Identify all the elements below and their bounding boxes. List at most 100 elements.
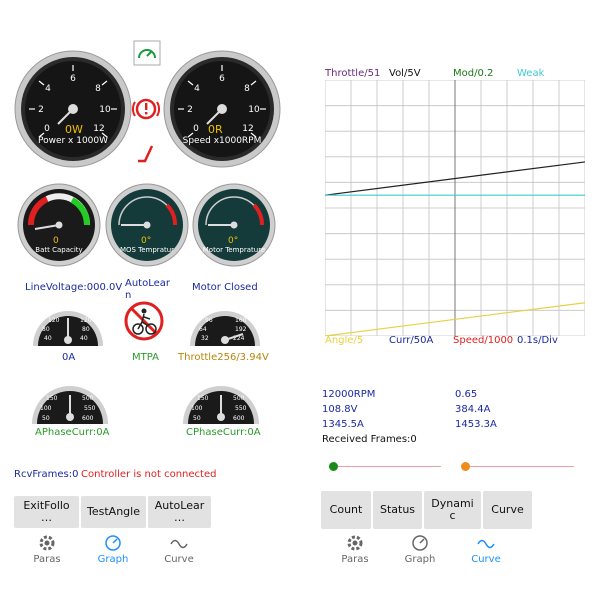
power-tick-2: 4 [45, 84, 51, 94]
nav-curve[interactable]: Curve [149, 534, 209, 565]
a-phase-current-label: APhaseCurr:0A [35, 427, 110, 438]
nav-paras-label: Paras [33, 554, 61, 565]
legend-throttle: Throttle/51 [325, 68, 381, 79]
mtpa-icon [124, 301, 164, 341]
exit-follow-button[interactable]: ExitFollo … [14, 496, 79, 528]
throttle-pedal-icon [138, 145, 154, 163]
nav-graph-label: Graph [97, 554, 129, 565]
dashboard-icon [105, 535, 121, 551]
power-tick-5: 10 [99, 105, 111, 115]
a-phase-current-gauge: 50 100 150 600 550 500 [32, 386, 108, 424]
rcv-frames-label: RcvFrames:0 [14, 469, 79, 480]
legend-div: 0.1s/Div [517, 335, 558, 346]
controller-status-label: Controller is not connected [81, 469, 217, 480]
gear-icon [347, 535, 363, 551]
nav-paras-right-label: Paras [341, 554, 369, 565]
current-value-label: 0A [62, 352, 76, 363]
status-button[interactable]: Status [373, 491, 422, 529]
power-tick-0: 0 [44, 124, 50, 134]
green-slider-track[interactable] [333, 466, 441, 467]
svg-text:80: 80 [82, 326, 90, 333]
speed-tick-3: 6 [219, 74, 225, 84]
power-tick-1: 2 [38, 105, 44, 115]
c-phase-current-gauge: 50 100 150 600 550 500 [183, 386, 259, 424]
readout-amp2: 1453.3A [455, 419, 497, 430]
nav-paras-right[interactable]: Paras [325, 534, 385, 565]
svg-text:600: 600 [233, 415, 245, 422]
wave-icon [170, 539, 188, 549]
current-gauge: 40 80 120 40 80 120 [33, 311, 103, 346]
svg-text:120: 120 [48, 317, 60, 324]
svg-text:150: 150 [197, 395, 209, 402]
speed-tick-4: 8 [244, 84, 250, 94]
orange-slider-track[interactable] [466, 466, 574, 467]
readout-v1: 0.65 [455, 389, 478, 400]
svg-text:120: 120 [80, 317, 92, 324]
line-voltage-label: LineVoltage:000.0V [25, 282, 123, 293]
readout-volts: 108.8V [322, 404, 358, 415]
nav-curve-right[interactable]: Curve [456, 534, 516, 565]
curve-chart [325, 80, 585, 336]
speed-tick-5: 10 [248, 105, 260, 115]
battery-gauge: 0 Batt Capacity [17, 183, 101, 267]
nav-curve-right-label: Curve [471, 554, 501, 565]
nav-curve-label: Curve [164, 554, 194, 565]
svg-text:150: 150 [46, 395, 58, 402]
svg-text:100: 100 [191, 405, 203, 412]
power-tick-3: 6 [70, 74, 76, 84]
speed-tick-1: 2 [187, 105, 193, 115]
legend-mod: Mod/0.2 [453, 68, 494, 79]
c-phase-current-label: CPhaseCurr:0A [186, 427, 261, 438]
svg-text:96: 96 [205, 317, 213, 324]
svg-text:550: 550 [235, 405, 247, 412]
speed-caption: Speed x1000RPM [183, 136, 262, 146]
speedometer-icon [133, 40, 161, 66]
svg-text:160: 160 [235, 317, 247, 324]
svg-text:100: 100 [40, 405, 52, 412]
test-angle-button[interactable]: TestAngle [81, 496, 146, 528]
motor-status-label: Motor Closed [192, 282, 258, 293]
legend-vol: Vol/5V [389, 68, 421, 79]
svg-text:600: 600 [82, 415, 94, 422]
svg-text:192: 192 [235, 326, 247, 333]
legend-angle: Angle/5 [325, 335, 364, 346]
brake-warning-icon [132, 98, 160, 120]
green-slider-thumb[interactable] [329, 462, 338, 471]
throttle-label: Throttle256/3.94V [178, 352, 269, 363]
power-tick-4: 8 [95, 84, 101, 94]
motor-temp-value: 0° [228, 236, 238, 246]
svg-text:50: 50 [42, 415, 50, 422]
svg-text:40: 40 [44, 335, 52, 342]
nav-graph-right[interactable]: Graph [390, 534, 450, 565]
svg-text:32: 32 [201, 335, 209, 342]
svg-text:500: 500 [82, 395, 94, 402]
readout-amp1: 1345.5A [322, 419, 364, 430]
throttle-gauge: 326496 224192160 [190, 311, 260, 346]
orange-slider-thumb[interactable] [461, 462, 470, 471]
received-frames-label: Received Frames:0 [322, 434, 417, 445]
auto-learn-status: AutoLear n [125, 278, 171, 301]
speed-value: 0R [208, 123, 223, 136]
motor-temp-caption: Motor Temprature [203, 246, 266, 254]
auto-learn-button[interactable]: AutoLear … [148, 496, 211, 528]
readout-rpm: 12000RPM [322, 389, 376, 400]
power-caption: Power x 1000W [38, 136, 108, 146]
legend-weak: Weak [517, 68, 545, 79]
svg-text:40: 40 [80, 335, 88, 342]
curve-button[interactable]: Curve [483, 491, 532, 529]
readout-v2: 384.4A [455, 404, 491, 415]
battery-caption: Batt Capacity [35, 246, 82, 254]
motor-temperature-gauge: 0° Motor Temprature [192, 183, 276, 267]
power-value: 0W [65, 123, 83, 136]
speed-tick-0: 0 [193, 124, 199, 134]
battery-value: 0 [53, 236, 59, 246]
dynamic-button[interactable]: Dynami c [424, 491, 481, 529]
power-gauge: 0 2 4 6 8 10 12 0W Power x 1000W [14, 50, 132, 168]
legend-curr: Curr/50A [389, 335, 434, 346]
wave-icon [477, 539, 495, 549]
svg-text:64: 64 [199, 326, 207, 333]
nav-graph[interactable]: Graph [83, 534, 143, 565]
count-button[interactable]: Count [321, 491, 371, 529]
power-tick-6: 12 [93, 124, 104, 134]
nav-paras[interactable]: Paras [17, 534, 77, 565]
